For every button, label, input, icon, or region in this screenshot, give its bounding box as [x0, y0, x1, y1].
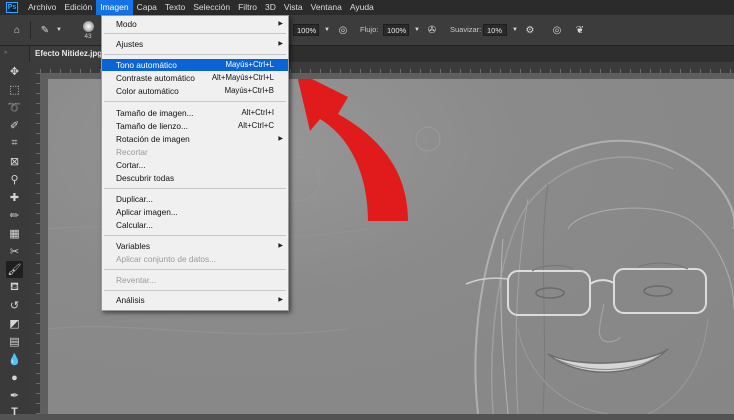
menu-vista[interactable]: Vista: [280, 0, 307, 15]
chevron-down-icon[interactable]: ▼: [410, 23, 424, 37]
submenu-arrow-icon: ▶: [278, 41, 283, 47]
chevron-down-icon[interactable]: ▼: [508, 23, 522, 37]
patch-tool-icon[interactable]: ▦: [6, 225, 23, 242]
menu-texto[interactable]: Texto: [161, 0, 189, 15]
red-eye-tool-icon[interactable]: ✂: [6, 243, 23, 260]
menu-item-ajustes[interactable]: Ajustes ▶: [102, 38, 288, 50]
brush-tip-icon: [82, 20, 94, 32]
opacity-field[interactable]: 100%: [293, 24, 319, 36]
move-tool-icon[interactable]: ✥: [6, 63, 23, 80]
photoshop-logo-icon: Ps: [6, 2, 18, 13]
eyedropper-tool-icon[interactable]: ⚲: [6, 171, 23, 188]
menu-item-aplicar-imagen[interactable]: Aplicar imagen...: [102, 206, 288, 218]
options-separator: [30, 21, 31, 39]
airbrush-icon[interactable]: ✇: [425, 23, 439, 37]
imagen-dropdown-menu: Modo ▶ Ajustes ▶ Tono automático Mayús+C…: [101, 15, 289, 311]
menu-item-rotacion-imagen[interactable]: Rotación de imagen ▶: [102, 133, 288, 145]
menu-edicion[interactable]: Edición: [60, 0, 96, 15]
brush-tool-icon[interactable]: ✎: [38, 23, 52, 37]
pressure-size-icon[interactable]: ◎: [550, 23, 564, 37]
menu-item-tamano-imagen[interactable]: Tamaño de imagen... Alt+Ctrl+I: [102, 107, 288, 119]
submenu-arrow-icon: ▶: [278, 297, 283, 303]
menu-separator: [104, 101, 286, 102]
marquee-tool-icon[interactable]: ⬚: [6, 81, 23, 98]
submenu-arrow-icon: ▶: [278, 243, 283, 249]
crop-tool-icon[interactable]: ⌗: [6, 135, 23, 152]
gear-icon[interactable]: ⚙: [523, 23, 537, 37]
menu-ayuda[interactable]: Ayuda: [346, 0, 378, 15]
brush-tool-icon[interactable]: 🖌: [6, 261, 23, 278]
menu-seleccion[interactable]: Selección: [189, 0, 234, 15]
toolbar-grip-icon[interactable]: »: [4, 50, 25, 58]
menu-item-tamano-lienzo[interactable]: Tamaño de lienzo... Alt+Ctrl+C: [102, 120, 288, 132]
document-tab[interactable]: Efecto Nitidez.jpg: [29, 46, 109, 62]
menu-item-variables[interactable]: Variables ▶: [102, 240, 288, 252]
chevron-down-icon[interactable]: ▼: [52, 23, 66, 37]
submenu-arrow-icon: ▶: [278, 136, 283, 142]
tools-panel: » ✥ ⬚ ➰ ✐ ⌗ ⊠ ⚲ ✚ ✏ ▦ ✂ 🖌 ⛾ ↺ ◩ ▤ 💧 ● ✒ …: [0, 46, 30, 418]
quick-selection-tool-icon[interactable]: ✐: [6, 117, 23, 134]
menu-item-duplicar[interactable]: Duplicar...: [102, 193, 288, 205]
menu-separator: [104, 290, 286, 291]
menu-bar: Ps Archivo Edición Imagen Capa Texto Sel…: [0, 0, 734, 15]
menu-capa[interactable]: Capa: [133, 0, 161, 15]
dodge-tool-icon[interactable]: ●: [6, 369, 23, 386]
gradient-tool-icon[interactable]: ▤: [6, 333, 23, 350]
home-icon[interactable]: ⌂: [10, 23, 24, 37]
menu-item-descubrir-todas[interactable]: Descubrir todas: [102, 172, 288, 184]
frame-tool-icon[interactable]: ⊠: [6, 153, 23, 170]
history-brush-tool-icon[interactable]: ↺: [6, 297, 23, 314]
red-arrow-annotation: [296, 73, 408, 221]
menu-3d[interactable]: 3D: [261, 0, 280, 15]
menu-item-recortar: Recortar: [116, 147, 148, 157]
menu-item-reventar: Reventar...: [116, 275, 157, 285]
menu-item-contraste-automatico[interactable]: Contraste automático Alt+Mayús+Ctrl+L: [102, 72, 288, 84]
menu-separator: [104, 33, 286, 34]
menu-item-calcular[interactable]: Calcular...: [102, 219, 288, 231]
menu-item-analisis[interactable]: Análisis ▶: [102, 294, 288, 306]
blur-tool-icon[interactable]: 💧: [6, 351, 23, 368]
menu-item-aplicar-conjunto-datos: Aplicar conjunto de datos...: [116, 254, 217, 264]
clone-stamp-tool-icon[interactable]: ⛾: [6, 279, 23, 296]
smoothing-field[interactable]: 10%: [483, 24, 507, 36]
menu-item-color-automatico[interactable]: Color automático Mayús+Ctrl+B: [102, 85, 288, 97]
menu-filtro[interactable]: Filtro: [234, 0, 261, 15]
chevron-down-icon[interactable]: ▼: [320, 23, 334, 37]
pressure-opacity-icon[interactable]: ◎: [336, 23, 350, 37]
type-tool-icon[interactable]: T: [6, 403, 23, 420]
menu-ventana[interactable]: Ventana: [307, 0, 346, 15]
menu-item-cortar[interactable]: Cortar...: [102, 159, 288, 171]
menu-archivo[interactable]: Archivo: [24, 0, 60, 15]
brush-preset-picker[interactable]: 43: [78, 15, 98, 45]
menu-imagen[interactable]: Imagen: [96, 0, 133, 15]
menu-item-tono-automatico[interactable]: Tono automático Mayús+Ctrl+L: [102, 59, 288, 71]
pen-tool-icon[interactable]: ✒: [6, 387, 23, 404]
brush-size: 43: [84, 32, 92, 40]
eraser-tool-icon[interactable]: ◩: [6, 315, 23, 332]
flow-label: Flujo:: [360, 25, 379, 34]
menu-separator: [104, 54, 286, 55]
flow-field[interactable]: 100%: [383, 24, 409, 36]
lasso-tool-icon[interactable]: ➰: [6, 99, 23, 116]
submenu-arrow-icon: ▶: [278, 21, 283, 27]
pencil-tool-icon[interactable]: ✏: [6, 207, 23, 224]
smoothing-label: Suavizar:: [450, 25, 482, 34]
healing-brush-tool-icon[interactable]: ✚: [6, 189, 23, 206]
menu-item-modo[interactable]: Modo ▶: [102, 18, 288, 30]
symmetry-butterfly-icon[interactable]: ❦: [573, 23, 587, 37]
menu-separator: [104, 235, 286, 236]
menu-separator: [104, 269, 286, 270]
menu-separator: [104, 188, 286, 189]
ruler-corner: [29, 62, 40, 73]
